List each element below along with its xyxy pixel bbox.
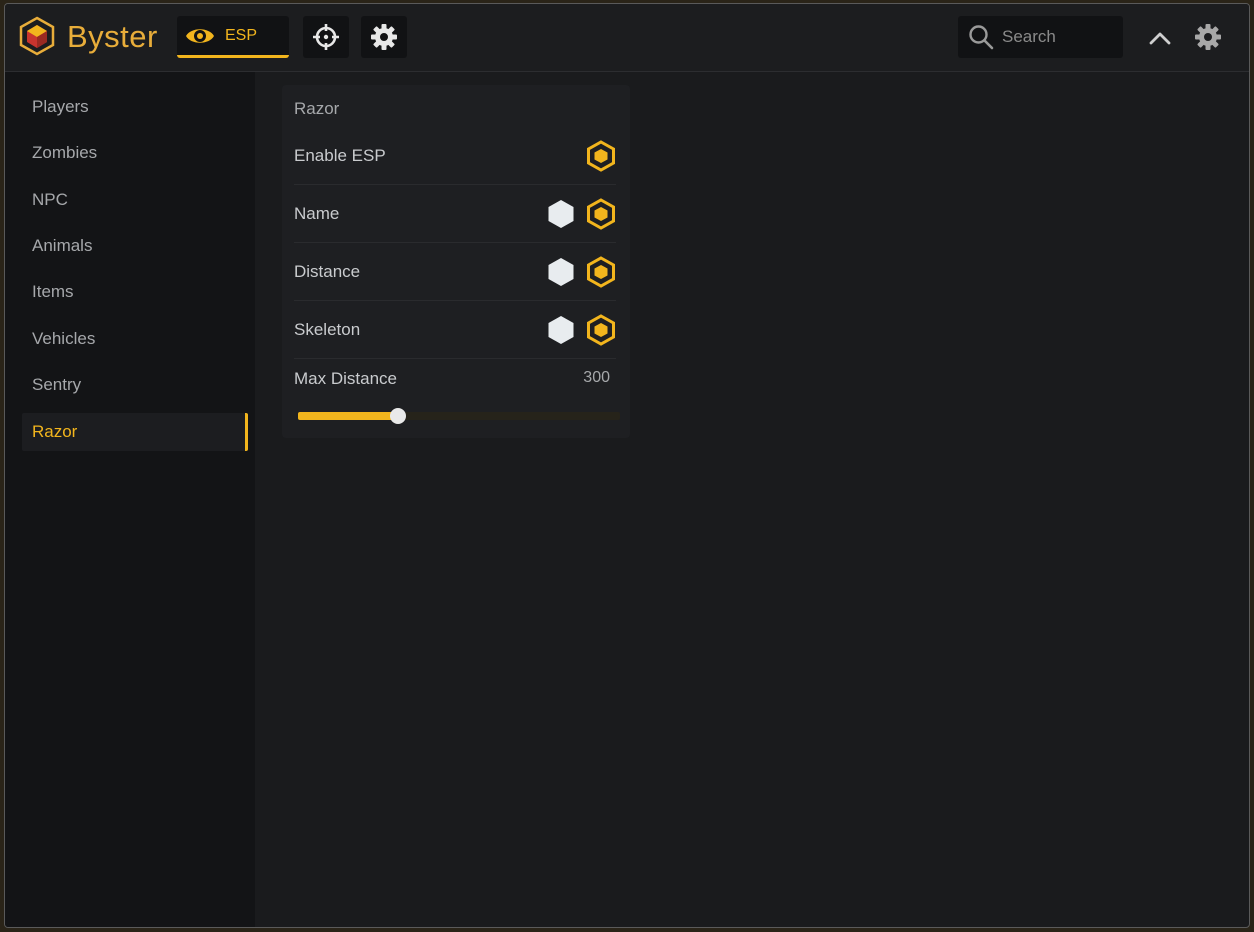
settings-panel: Razor Enable ESP Name Distance Skeleton …: [282, 85, 630, 438]
sidebar-item-players[interactable]: Players: [22, 88, 248, 126]
color-picker-hex-icon[interactable]: [546, 256, 576, 288]
chevron-up-icon: [1149, 32, 1171, 45]
gear-icon: [371, 24, 397, 50]
slider-label: Max Distance: [294, 369, 397, 388]
panel-title: Razor: [294, 99, 340, 118]
crosshair-icon: [313, 24, 339, 50]
option-label: Enable ESP: [294, 146, 386, 165]
color-picker-hex-icon[interactable]: [546, 314, 576, 346]
search-box[interactable]: [958, 16, 1123, 58]
app-window: Byster ESP Search Players Zombies NPC An…: [4, 3, 1250, 928]
top-bar: Byster ESP: [5, 4, 1249, 72]
settings-button[interactable]: [1192, 21, 1224, 53]
eye-icon: [186, 28, 214, 43]
option-row-skeleton: Skeleton: [294, 301, 616, 359]
option-row-enable-esp: Enable ESP: [294, 127, 616, 185]
color-picker-hex-icon[interactable]: [546, 198, 576, 230]
sidebar-item-vehicles[interactable]: Vehicles: [22, 320, 248, 358]
tab-esp-label: ESP: [225, 26, 258, 44]
tab-aim[interactable]: [303, 16, 349, 58]
slider-thumb[interactable]: [389, 408, 406, 424]
search-icon: [969, 25, 994, 50]
sidebar-item-animals[interactable]: Animals: [22, 227, 248, 265]
sidebar-item-npc[interactable]: NPC: [22, 181, 248, 219]
sidebar-item-items[interactable]: Items: [22, 273, 248, 311]
max-distance-slider[interactable]: [298, 408, 620, 424]
toggle-hex-icon[interactable]: [586, 198, 616, 230]
search-input[interactable]: [1000, 26, 1114, 48]
option-row-name: Name: [294, 185, 616, 243]
sidebar-item-zombies[interactable]: Zombies: [22, 134, 248, 172]
gear-icon: [1195, 24, 1221, 50]
option-label: Skeleton: [294, 320, 361, 339]
tab-misc[interactable]: [361, 16, 407, 58]
sidebar-item-razor[interactable]: Razor: [22, 413, 248, 451]
option-label: Distance: [294, 262, 361, 281]
toggle-hex-icon[interactable]: [586, 140, 616, 172]
slider-fill: [298, 412, 398, 420]
logo-icon: [19, 16, 55, 56]
option-row-distance: Distance: [294, 243, 616, 301]
brand-name: Byster: [67, 19, 158, 54]
slider-value: 300: [583, 369, 610, 386]
tab-esp[interactable]: ESP: [177, 16, 289, 58]
toggle-hex-icon[interactable]: [586, 314, 616, 346]
toggle-hex-icon[interactable]: [586, 256, 616, 288]
sidebar-item-sentry[interactable]: Sentry: [22, 366, 248, 404]
option-label: Name: [294, 204, 340, 223]
sidebar: Players Zombies NPC Animals Items Vehicl…: [5, 72, 255, 927]
collapse-button[interactable]: [1145, 24, 1175, 52]
